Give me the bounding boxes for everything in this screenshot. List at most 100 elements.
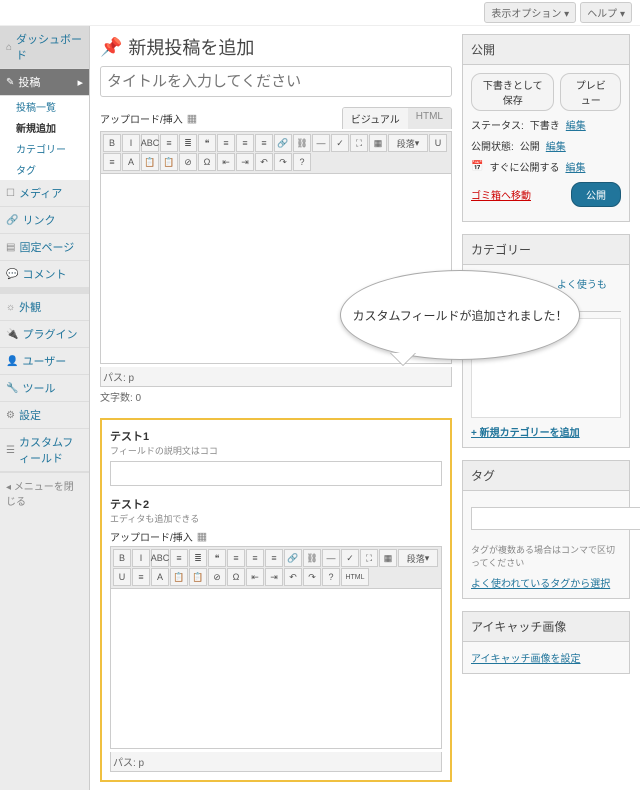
cf-media-icon[interactable]: ▦ — [197, 530, 207, 543]
help-button[interactable]: ? — [293, 153, 311, 171]
cf-spell-button[interactable]: ✓ — [341, 549, 359, 567]
tab-visual[interactable]: ビジュアル — [343, 108, 408, 129]
cf-quote-button[interactable]: ❝ — [208, 549, 226, 567]
sidebar-item-pages[interactable]: ▤固定ページ — [0, 234, 89, 261]
media-icon: ☐ — [6, 188, 15, 199]
ul-button[interactable]: ≡ — [160, 134, 178, 152]
cf-ul-button[interactable]: ≡ — [170, 549, 188, 567]
pin-icon: ✎ — [6, 77, 14, 88]
cf-char-button[interactable]: Ω — [227, 568, 245, 586]
bold-button[interactable]: B — [103, 134, 121, 152]
quote-button[interactable]: ❝ — [198, 134, 216, 152]
textcolor-button[interactable]: A — [122, 153, 140, 171]
cf-toggle-button[interactable]: ▦ — [379, 549, 397, 567]
cf-ac-button[interactable]: ≡ — [246, 549, 264, 567]
sidebar-item-users[interactable]: 👤ユーザー — [0, 348, 89, 375]
align-center-button[interactable]: ≡ — [236, 134, 254, 152]
justify-button[interactable]: ≡ — [103, 153, 121, 171]
cf-out-button[interactable]: ⇤ — [246, 568, 264, 586]
cf-link-button[interactable]: 🔗 — [284, 549, 302, 567]
undo-button[interactable]: ↶ — [255, 153, 273, 171]
cf-ol-button[interactable]: ≣ — [189, 549, 207, 567]
gear-icon: ⚙ — [6, 410, 15, 421]
preview-button[interactable]: プレビュー — [560, 73, 621, 111]
spellcheck-button[interactable]: ✓ — [331, 134, 349, 152]
sidebar-item-comments[interactable]: 💬コメント — [0, 261, 89, 288]
sidebar-sub-tag[interactable]: タグ — [0, 159, 89, 180]
cf-clear-button[interactable]: ⊘ — [208, 568, 226, 586]
save-draft-button[interactable]: 下書きとして保存 — [471, 73, 554, 111]
cf-editor[interactable] — [110, 589, 442, 749]
sidebar-sub-posts-new[interactable]: 新規追加 — [0, 117, 89, 138]
sidebar-item-appearance[interactable]: ☼外観 — [0, 294, 89, 321]
sidebar-item-links[interactable]: 🔗リンク — [0, 207, 89, 234]
media-upload-icon[interactable]: ▦ — [187, 112, 197, 125]
sidebar-item-tools[interactable]: 🔧ツール — [0, 375, 89, 402]
sidebar-item-media[interactable]: ☐メディア — [0, 180, 89, 207]
cf-full-button[interactable]: ⛶ — [360, 549, 378, 567]
charmap-button[interactable]: Ω — [198, 153, 216, 171]
schedule-label: すぐに公開する — [489, 159, 559, 174]
cf-justify-button[interactable]: ≡ — [132, 568, 150, 586]
format-select[interactable]: 段落▾ — [388, 134, 428, 152]
publish-button[interactable]: 公開 — [571, 182, 621, 207]
italic-button[interactable]: I — [122, 134, 140, 152]
cf-u-button[interactable]: U — [113, 568, 131, 586]
outdent-button[interactable]: ⇤ — [217, 153, 235, 171]
underline-button[interactable]: U — [429, 134, 447, 152]
toggle-button[interactable]: ▦ — [369, 134, 387, 152]
indent-button[interactable]: ⇥ — [236, 153, 254, 171]
cf-field1-input[interactable] — [110, 461, 442, 486]
cf-ar-button[interactable]: ≡ — [265, 549, 283, 567]
cf-in-button[interactable]: ⇥ — [265, 568, 283, 586]
screen-options-button[interactable]: 表示オプション ▾ — [484, 2, 576, 23]
cf-help-button[interactable]: ? — [322, 568, 340, 586]
sidebar-item-plugins[interactable]: 🔌プラグイン — [0, 321, 89, 348]
sidebar-item-settings[interactable]: ⚙設定 — [0, 402, 89, 429]
unlink-button[interactable]: ⛓ — [293, 134, 311, 152]
cf-undo-button[interactable]: ↶ — [284, 568, 302, 586]
cf-pt-button[interactable]: 📋 — [170, 568, 188, 586]
cf-al-button[interactable]: ≡ — [227, 549, 245, 567]
fullscreen-button[interactable]: ⛶ — [350, 134, 368, 152]
clear-button[interactable]: ⊘ — [179, 153, 197, 171]
cf-strike-button[interactable]: ABC — [151, 549, 169, 567]
sidebar-sub-category[interactable]: カテゴリー — [0, 138, 89, 159]
sidebar-item-posts[interactable]: ✎投稿▸ — [0, 69, 89, 96]
cf-italic-button[interactable]: I — [132, 549, 150, 567]
sidebar-sub-posts-list[interactable]: 投稿一覧 — [0, 96, 89, 117]
cf-bold-button[interactable]: B — [113, 549, 131, 567]
sidebar-item-dashboard[interactable]: ⌂ダッシュボード — [0, 26, 89, 69]
cf-redo-button[interactable]: ↷ — [303, 568, 321, 586]
ol-button[interactable]: ≣ — [179, 134, 197, 152]
status-edit-link[interactable]: 編集 — [566, 117, 586, 132]
cf-html-button[interactable]: HTML — [341, 568, 369, 586]
cf-format-select[interactable]: 段落▾ — [398, 549, 438, 567]
cf-unlink-button[interactable]: ⛓ — [303, 549, 321, 567]
tag-input[interactable] — [471, 507, 640, 530]
sidebar-item-custom-fields[interactable]: ☰カスタムフィールド — [0, 429, 89, 472]
cf-color-button[interactable]: A — [151, 568, 169, 586]
help-button[interactable]: ヘルプ ▾ — [580, 2, 632, 23]
visibility-edit-link[interactable]: 編集 — [546, 138, 566, 153]
schedule-edit-link[interactable]: 編集 — [565, 159, 585, 174]
more-button[interactable]: — — [312, 134, 330, 152]
trash-link[interactable]: ゴミ箱へ移動 — [471, 187, 531, 202]
redo-button[interactable]: ↷ — [274, 153, 292, 171]
tag-choose-link[interactable]: よく使われているタグから選択 — [471, 579, 610, 590]
align-left-button[interactable]: ≡ — [217, 134, 235, 152]
cf-more-button[interactable]: — — [322, 549, 340, 567]
add-category-link[interactable]: + 新規カテゴリーを追加 — [471, 428, 580, 439]
strike-button[interactable]: ABC — [141, 134, 159, 152]
cf-pw-button[interactable]: 📋 — [189, 568, 207, 586]
cf-field2-desc: エディタも追加できる — [110, 512, 442, 525]
help-label: ヘルプ — [587, 9, 617, 20]
paste-text-button[interactable]: 📋 — [141, 153, 159, 171]
set-thumbnail-link[interactable]: アイキャッチ画像を設定 — [471, 654, 581, 665]
post-title-input[interactable] — [100, 66, 452, 97]
sidebar-collapse-button[interactable]: ◂ メニューを閉じる — [0, 472, 89, 513]
align-right-button[interactable]: ≡ — [255, 134, 273, 152]
link-button[interactable]: 🔗 — [274, 134, 292, 152]
tab-html[interactable]: HTML — [408, 108, 451, 129]
paste-word-button[interactable]: 📋 — [160, 153, 178, 171]
